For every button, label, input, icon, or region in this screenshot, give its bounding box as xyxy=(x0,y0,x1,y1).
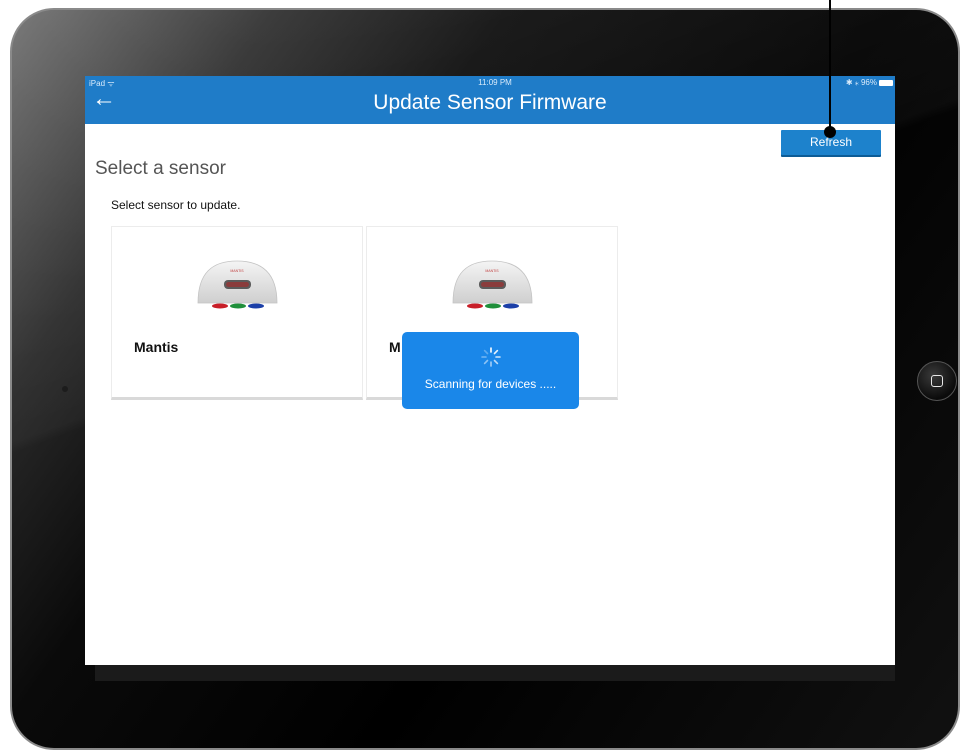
sensor-name: Mantis xyxy=(134,339,179,355)
app-screen: iPad ᯤ 11:09 PM ✱ ⁎ 96% ← Update Sensor … xyxy=(85,76,895,665)
status-time: 11:09 PM xyxy=(478,78,512,87)
scanning-overlay: Scanning for devices ..... xyxy=(402,332,579,409)
callout-line xyxy=(829,0,831,128)
home-square-icon xyxy=(931,375,943,387)
callout-marker xyxy=(824,126,836,138)
navigation-bar: iPad ᯤ 11:09 PM ✱ ⁎ 96% ← Update Sensor … xyxy=(85,76,895,124)
sensor-logo: MANTIS xyxy=(485,269,499,273)
sensor-logo: MANTIS xyxy=(230,269,244,273)
scanning-message: Scanning for devices ..... xyxy=(424,377,557,391)
spinner-icon xyxy=(481,347,501,367)
battery-icon xyxy=(879,80,893,86)
camera-dot xyxy=(62,386,68,392)
sensor-device-image: MANTIS xyxy=(197,260,278,309)
sensor-device-image: MANTIS xyxy=(452,260,533,309)
screen-bottom-edge xyxy=(95,665,895,681)
home-button[interactable] xyxy=(917,361,957,401)
instructions-text: Select sensor to update. xyxy=(111,198,241,212)
page-title: Update Sensor Firmware xyxy=(373,91,607,114)
section-title: Select a sensor xyxy=(95,158,226,179)
sensor-card[interactable]: MANTIS Mantis xyxy=(111,226,363,400)
status-battery-text: ✱ ⁎ 96% xyxy=(845,78,877,87)
sensor-name: M xyxy=(389,339,401,355)
